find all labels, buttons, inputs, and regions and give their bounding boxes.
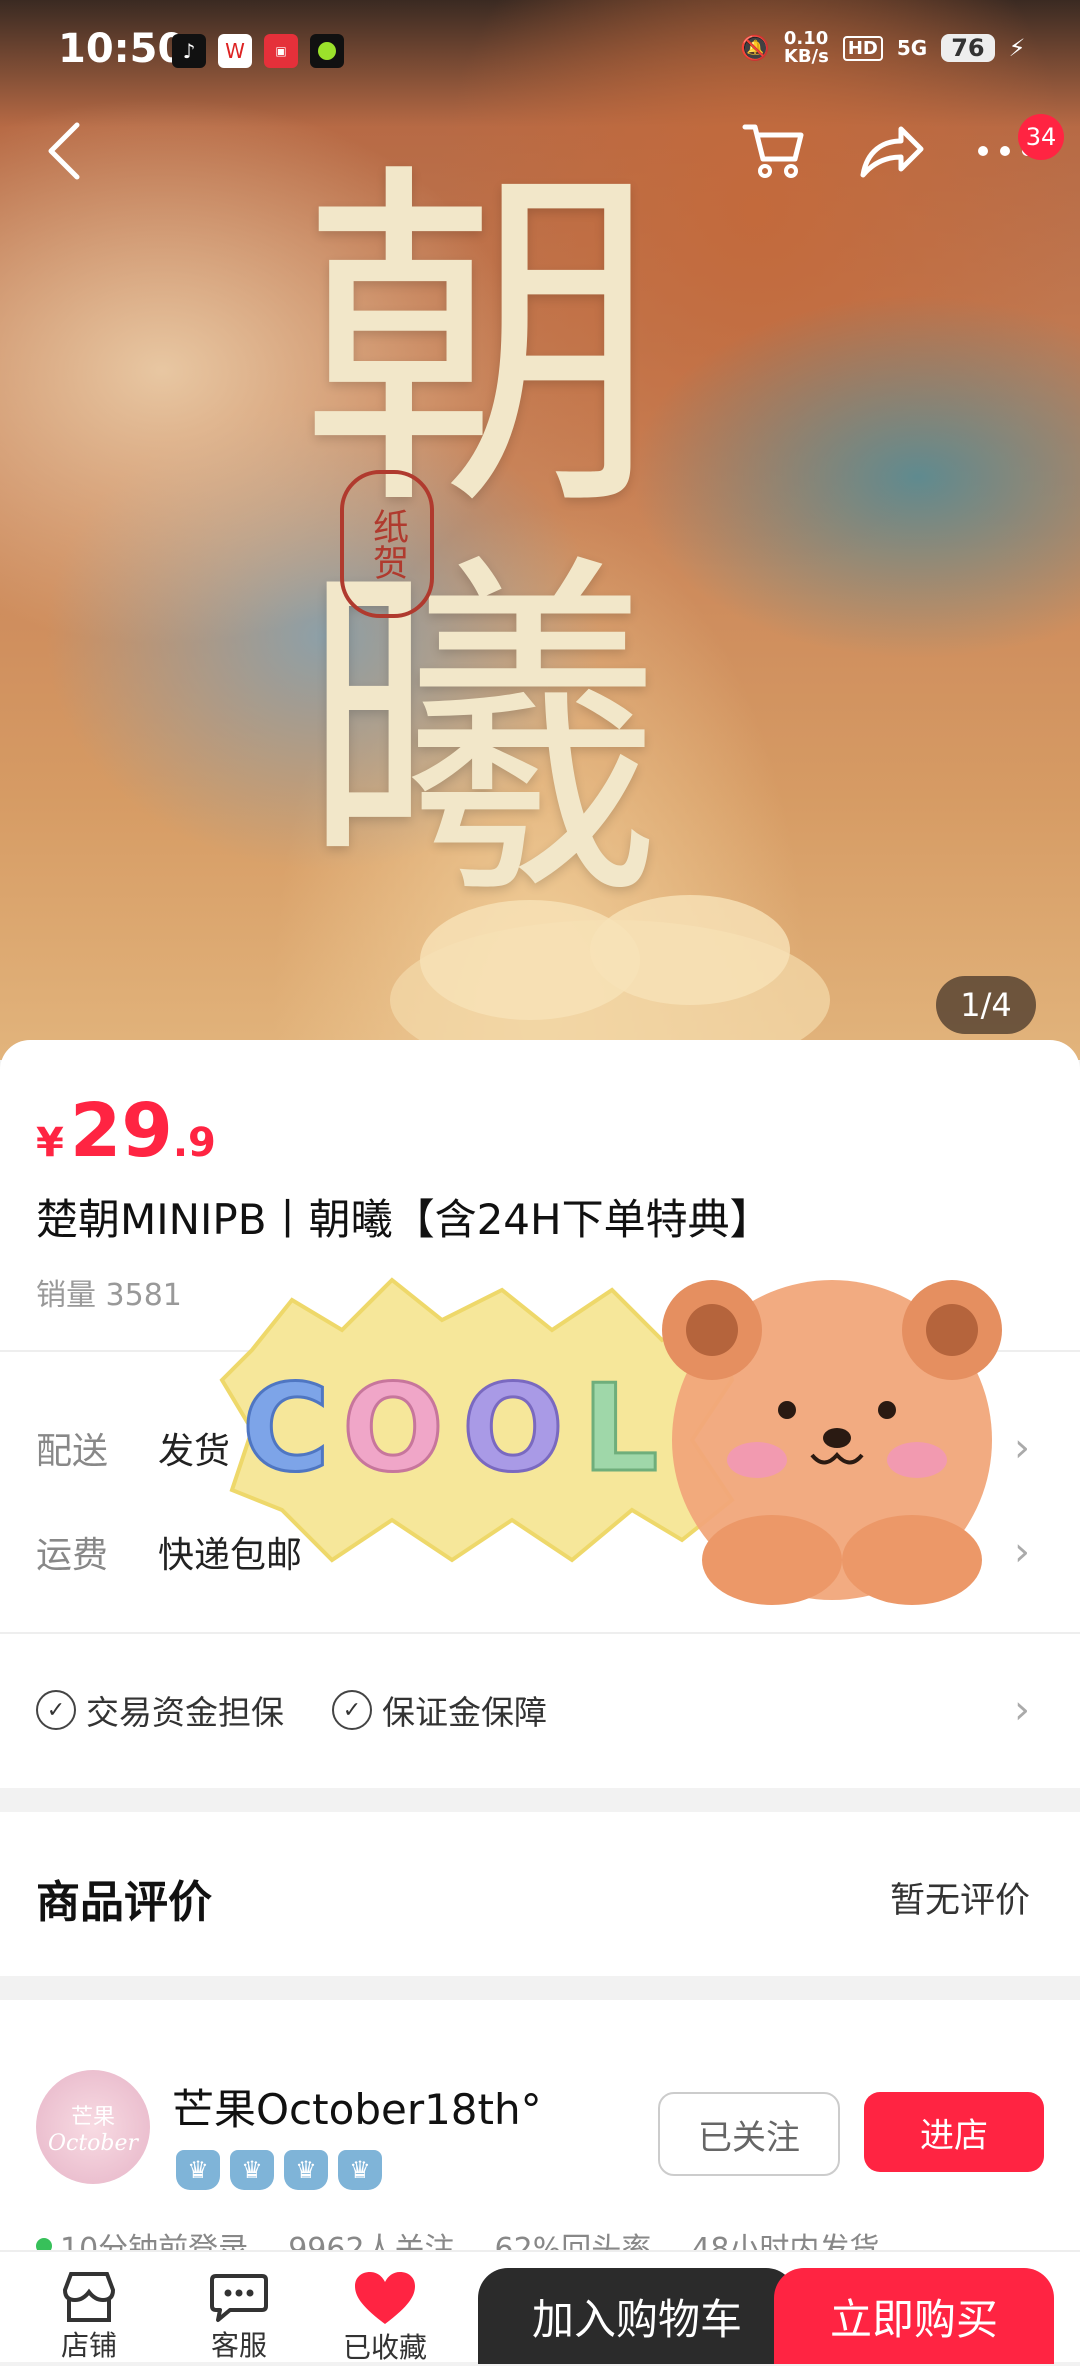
guarantee-row[interactable]: ✓ 交易资金担保 ✓ 保证金保障 › [0,1634,1080,1788]
add-to-cart-button[interactable]: 加入购物车 [478,2268,796,2364]
delivery-label: 配送 [36,1431,109,1472]
cloud-decoration [390,895,830,1060]
status-indicators: 🔕 0.10 KB/s HD 5G 76 ⚡ [740,30,1025,66]
back-arrow-icon [48,122,80,180]
sticker-art: C O O L [219,1277,1002,1605]
share-button[interactable] [846,106,936,196]
notification-badge: 34 [1018,114,1064,160]
shipping-label: 运费 [36,1535,109,1576]
crown-icon: ♛ [338,2150,382,2190]
wps-icon: W [218,34,252,68]
crown-icon: ♛ [284,2150,328,2190]
charging-icon: ⚡ [1008,34,1026,62]
share-icon [860,126,924,178]
svg-text:C: C [242,1360,330,1499]
svg-text:O: O [462,1360,564,1499]
buy-now-button[interactable]: 立即购买 [774,2268,1054,2364]
favorite-tab[interactable]: 已收藏 [330,2270,440,2366]
shop-level-badges: ♛ ♛ ♛ ♛ [176,2150,382,2190]
green-dot-icon [310,34,344,68]
crown-icon: ♛ [230,2150,274,2190]
reviews-section[interactable]: 商品评价 暂无评价 [0,1812,1080,1976]
guarantee-item: ✓ 交易资金担保 [36,1686,284,1734]
crown-icon: ♛ [176,2150,220,2190]
check-circle-icon: ✓ [332,1690,372,1730]
follow-button[interactable]: 已关注 [658,2092,840,2176]
status-bar: 10:50 ♪ W ▣ 🔕 0.10 KB/s HD 5G 76 ⚡ [0,0,1080,100]
status-app-icons: ♪ W ▣ [172,34,344,68]
back-button[interactable] [20,106,110,196]
shop-avatar[interactable]: 芒果 October [36,2070,150,2184]
artwork-seal: 纸贺 [340,470,434,618]
network-speed: 0.10 KB/s [783,28,829,67]
chevron-right-icon: › [1014,1687,1030,1733]
xiaohongshu-icon: ▣ [264,34,298,68]
image-counter: 1/4 [936,976,1036,1034]
svg-text:L: L [582,1360,658,1499]
chat-icon [210,2274,268,2322]
enter-shop-button[interactable]: 进店 [864,2092,1044,2172]
heart-filled-icon [355,2272,415,2324]
product-price: ¥ 29 .9 [36,1088,216,1174]
tiktok-icon: ♪ [172,34,206,68]
mute-icon: 🔕 [740,34,770,62]
cool-bear-sticker: C O O L [212,1260,1020,1610]
cart-icon [742,124,804,178]
sales-count: 销量 3581 [36,1278,182,1313]
product-title: 楚朝MINIPB丨朝曦【含24H下单特典】 [36,1195,772,1244]
shop-tab[interactable]: 店铺 [34,2270,144,2364]
customer-service-tab[interactable]: 客服 [184,2270,294,2364]
guarantee-item: ✓ 保证金保障 [332,1686,547,1734]
hd-icon: HD [842,35,883,61]
battery-icon: 76 [941,34,995,62]
shop-name[interactable]: 芒果October18th° [172,2076,542,2137]
store-icon [62,2272,116,2322]
signal-icon: 5G [896,36,928,60]
reviews-status: 暂无评价 [890,1881,1031,1921]
status-time: 10:50 [58,26,186,72]
svg-text:O: O [342,1360,444,1499]
reviews-title: 商品评价 [36,1877,212,1928]
check-circle-icon: ✓ [36,1690,76,1730]
cart-button[interactable] [728,106,818,196]
